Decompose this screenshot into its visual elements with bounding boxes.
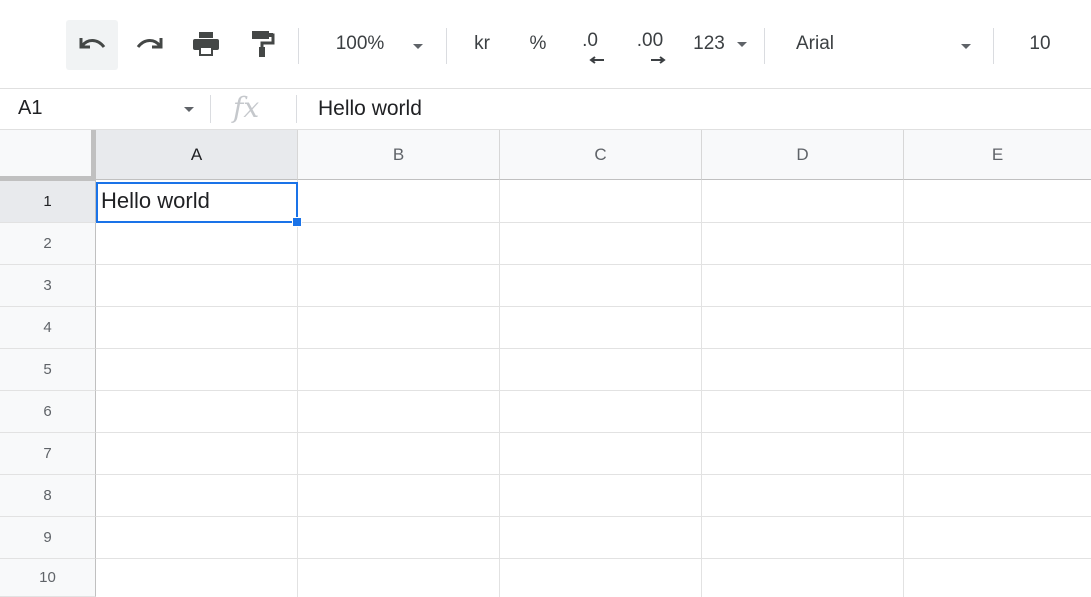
row-label: 7 — [43, 445, 52, 462]
zoom-dropdown-icon — [413, 44, 423, 49]
row-header-1[interactable]: 1 — [0, 181, 96, 223]
column-header-a[interactable]: A — [96, 130, 298, 180]
more-formats-dropdown-icon — [737, 42, 747, 47]
font-dropdown-icon — [961, 44, 971, 49]
spreadsheet-grid: A B C D E 1 2 3 4 5 6 7 8 9 10 Hello wor… — [0, 130, 1091, 597]
row-header-6[interactable]: 6 — [0, 391, 96, 433]
paint-format-icon — [252, 31, 275, 57]
row-header-10[interactable]: 10 — [0, 559, 96, 597]
decrease-decimal-button[interactable]: .0 — [570, 18, 610, 70]
formula-input[interactable]: Hello world — [318, 97, 422, 121]
row-label: 9 — [43, 529, 52, 546]
active-cell-border[interactable] — [96, 182, 298, 223]
column-header-b[interactable]: B — [298, 130, 500, 180]
name-box[interactable]: A1 — [18, 97, 42, 120]
undo-icon — [79, 38, 106, 49]
row-label: 5 — [43, 361, 52, 378]
row-label: 8 — [43, 487, 52, 504]
column-label: C — [594, 144, 607, 164]
column-header-d[interactable]: D — [702, 130, 904, 180]
column-label: A — [190, 144, 203, 164]
redo-button[interactable] — [128, 18, 172, 70]
name-box-dropdown-icon[interactable] — [184, 107, 194, 112]
print-button[interactable] — [184, 18, 228, 70]
more-formats-button[interactable]: 123 — [684, 18, 734, 70]
column-label: D — [796, 144, 809, 164]
column-header-c[interactable]: C — [500, 130, 702, 180]
paint-format-button[interactable] — [240, 18, 284, 70]
zoom-value: 100% — [335, 33, 385, 54]
font-select[interactable]: Arial — [796, 18, 856, 70]
row-label: 2 — [43, 235, 52, 252]
increase-decimal-button[interactable]: .00 — [628, 18, 672, 70]
currency-label: kr — [474, 33, 490, 54]
column-label: E — [991, 144, 1004, 164]
arrow-left-icon — [589, 56, 604, 64]
zoom-select[interactable]: 100% — [320, 18, 400, 70]
toolbar: 100% kr % .0 .00 123 Arial 10 — [0, 0, 1091, 89]
format-currency-button[interactable]: kr — [462, 18, 502, 70]
increase-decimal-label: .00 — [636, 30, 664, 51]
undo-button[interactable] — [70, 18, 114, 70]
row-label: 10 — [39, 569, 56, 586]
percent-label: % — [529, 33, 547, 54]
fill-handle[interactable] — [292, 217, 302, 227]
row-header-9[interactable]: 9 — [0, 517, 96, 559]
row-label: 6 — [43, 403, 52, 420]
column-label: B — [392, 144, 405, 164]
row-header-5[interactable]: 5 — [0, 349, 96, 391]
row-header-8[interactable]: 8 — [0, 475, 96, 517]
column-header-e[interactable]: E — [904, 130, 1091, 180]
font-size-select[interactable]: 10 — [1018, 18, 1062, 70]
row-header-3[interactable]: 3 — [0, 265, 96, 307]
redo-icon — [136, 38, 163, 49]
decrease-decimal-label: .0 — [582, 30, 598, 51]
row-label: 1 — [43, 193, 52, 210]
font-value: Arial — [796, 33, 835, 54]
more-formats-label: 123 — [693, 33, 725, 54]
row-header-4[interactable]: 4 — [0, 307, 96, 349]
print-icon — [193, 32, 219, 56]
row-header-2[interactable]: 2 — [0, 223, 96, 265]
formula-bar: A1 fx Hello world — [0, 89, 1091, 130]
format-percent-button[interactable]: % — [520, 18, 556, 70]
select-all-corner[interactable] — [0, 130, 96, 181]
row-label: 4 — [43, 319, 52, 336]
font-size-value: 10 — [1029, 33, 1051, 54]
row-label: 3 — [43, 277, 52, 294]
arrow-right-icon — [651, 56, 666, 64]
fx-icon: fx — [233, 91, 260, 124]
row-header-7[interactable]: 7 — [0, 433, 96, 475]
